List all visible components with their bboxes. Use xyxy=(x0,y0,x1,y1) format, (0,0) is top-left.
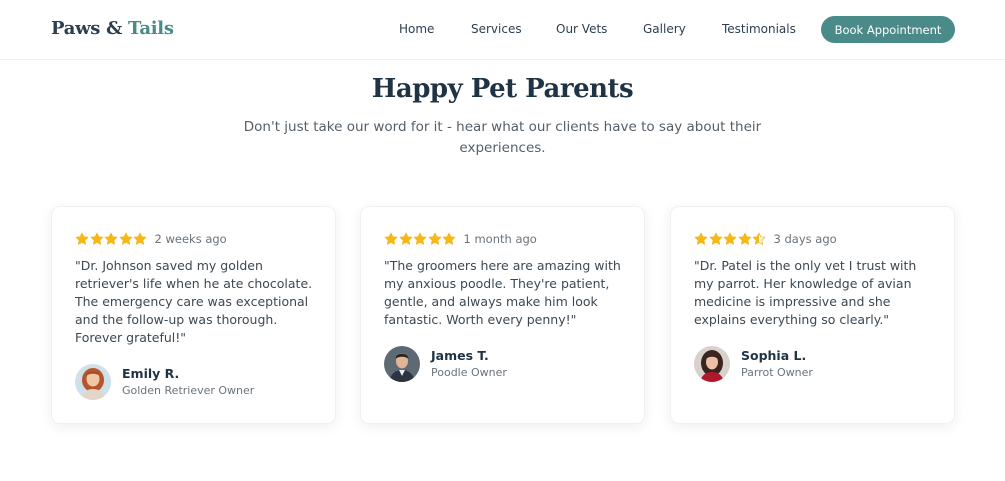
star-icon xyxy=(694,232,708,245)
star-icon xyxy=(90,232,103,245)
author-name: Emily R. xyxy=(122,365,180,381)
testimonial-card: 3 days ago "Dr. Patel is the only vet I … xyxy=(670,206,955,424)
rating-row: 3 days ago xyxy=(694,231,837,247)
review-time: 1 month ago xyxy=(463,232,537,246)
rating-row: 1 month ago xyxy=(384,231,537,247)
book-appointment-button[interactable]: Book Appointment xyxy=(821,16,955,43)
review-time: 2 weeks ago xyxy=(154,232,227,246)
author-role: Golden Retriever Owner xyxy=(122,383,255,397)
avatar-icon xyxy=(694,346,730,382)
star-icon xyxy=(104,232,118,245)
star-icon xyxy=(709,232,722,245)
testimonial-author: Sophia L. Parrot Owner xyxy=(694,346,813,382)
testimonial-author: James T. Poodle Owner xyxy=(384,346,507,382)
star-icon xyxy=(133,232,147,245)
star-rating xyxy=(694,232,767,246)
star-icon xyxy=(723,232,737,245)
author-name: James T. xyxy=(431,347,489,363)
nav-home-link[interactable]: Home xyxy=(399,22,434,36)
nav-testimonials-link[interactable]: Testimonials xyxy=(722,22,796,36)
author-role: Parrot Owner xyxy=(741,365,813,379)
avatar-icon xyxy=(384,346,420,382)
nav-our-vets-link[interactable]: Our Vets xyxy=(556,22,607,36)
author-role: Poodle Owner xyxy=(431,365,507,379)
star-half-icon xyxy=(752,232,766,245)
testimonial-quote: "Dr. Patel is the only vet I trust with … xyxy=(694,258,917,327)
star-icon xyxy=(738,232,751,245)
star-icon xyxy=(384,232,398,245)
star-icon xyxy=(119,232,132,245)
star-icon xyxy=(442,232,456,245)
testimonial-author: Emily R. Golden Retriever Owner xyxy=(75,364,254,400)
nav-services-link[interactable]: Services xyxy=(471,22,522,36)
rating-row: 2 weeks ago xyxy=(75,231,227,247)
star-rating xyxy=(75,232,148,246)
avatar-icon xyxy=(75,364,111,400)
nav-gallery-link[interactable]: Gallery xyxy=(643,22,686,36)
testimonial-card: 2 weeks ago "Dr. Johnson saved my golden… xyxy=(51,206,336,424)
section-title: Happy Pet Parents xyxy=(371,74,634,104)
star-icon xyxy=(75,232,89,245)
testimonial-card: 1 month ago "The groomers here are amazi… xyxy=(360,206,645,424)
review-time: 3 days ago xyxy=(773,232,837,246)
star-icon xyxy=(428,232,441,245)
testimonial-quote: "The groomers here are amazing with my a… xyxy=(384,258,621,327)
star-icon xyxy=(399,232,412,245)
star-rating xyxy=(384,232,457,246)
testimonial-quote: "Dr. Johnson saved my golden retriever's… xyxy=(75,258,313,345)
section-subtitle: Don't just take our word for it - hear w… xyxy=(243,119,762,156)
site-header: Paws & Tails Home Services Our Vets Gall… xyxy=(0,0,1005,60)
author-name: Sophia L. xyxy=(741,347,807,363)
star-icon xyxy=(413,232,427,245)
